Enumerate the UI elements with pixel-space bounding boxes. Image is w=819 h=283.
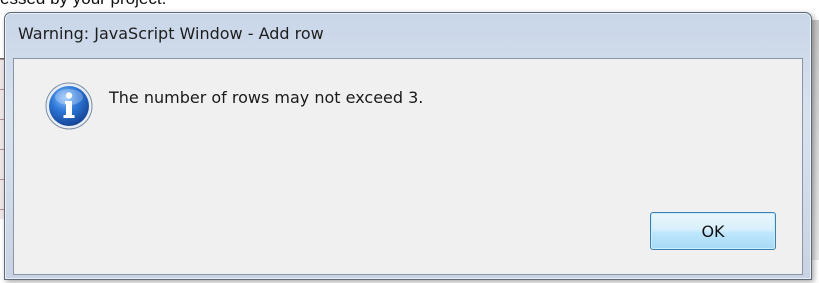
ok-button[interactable]: OK	[650, 212, 776, 250]
background-text: essed by your project.	[0, 0, 166, 11]
dialog-title: Warning: JavaScript Window - Add row	[18, 24, 324, 43]
dialog-titlebar[interactable]: Warning: JavaScript Window - Add row	[5, 13, 811, 58]
dialog-client-area: The number of rows may not exceed 3. OK	[13, 58, 803, 275]
info-icon	[45, 82, 93, 130]
warning-dialog: Warning: JavaScript Window - Add row The…	[4, 12, 812, 280]
dialog-message: The number of rows may not exceed 3.	[109, 88, 424, 107]
